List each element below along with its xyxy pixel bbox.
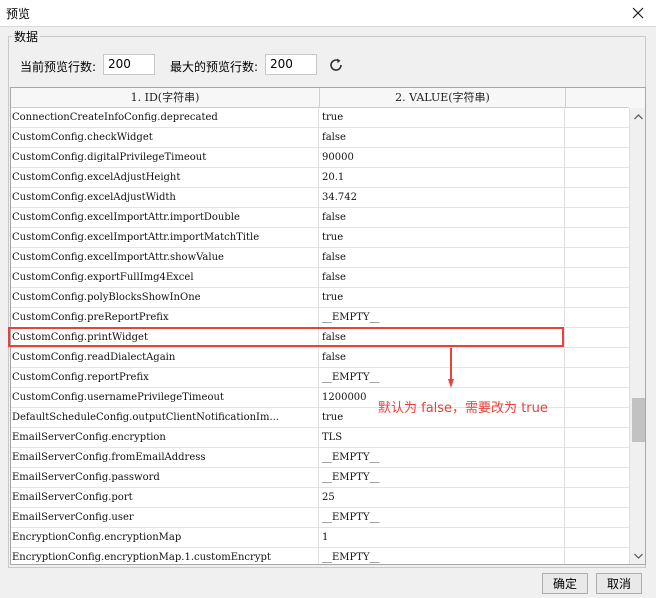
cell-id[interactable]: EmailServerConfig.user — [11, 508, 319, 527]
cell-id[interactable]: CustomConfig.printWidget — [11, 328, 319, 347]
table-body: ConnectionCreateInfoConfig.deprecated tru… — [11, 108, 629, 564]
cell-value[interactable]: false — [321, 248, 565, 267]
cell-id[interactable]: EncryptionConfig.encryptionMap.1.customE… — [11, 548, 319, 564]
current-rows-label: 当前预览行数: — [20, 60, 97, 74]
table-row[interactable]: EncryptionConfig.encryptionMap.1.customE… — [11, 548, 629, 564]
table-row[interactable]: CustomConfig.excelAdjustHeight 20.1 — [11, 168, 629, 188]
cell-id[interactable]: CustomConfig.readDialectAgain — [11, 348, 319, 367]
table-row[interactable]: EmailServerConfig.password __EMPTY__ — [11, 468, 629, 488]
header-corner — [629, 88, 645, 108]
cell-id[interactable]: EmailServerConfig.fromEmailAddress — [11, 448, 319, 467]
cell-id[interactable]: CustomConfig.exportFullImg4Excel — [11, 268, 319, 287]
table-header: 1. ID(字符串) 2. VALUE(字符串) — [11, 88, 629, 108]
table-row[interactable]: EmailServerConfig.encryption TLS — [11, 428, 629, 448]
cell-id[interactable]: CustomConfig.polyBlocksShowInOne — [11, 288, 319, 307]
cell-value[interactable]: true — [321, 288, 565, 307]
cell-id[interactable]: CustomConfig.excelAdjustWidth — [11, 188, 319, 207]
ok-button[interactable]: 确定 — [542, 573, 588, 594]
cell-id[interactable]: CustomConfig.excelImportAttr.importMatch… — [11, 228, 319, 247]
cell-value[interactable]: __EMPTY__ — [321, 508, 565, 527]
cell-id[interactable]: EmailServerConfig.port — [11, 488, 319, 507]
scroll-up-icon[interactable] — [630, 108, 645, 125]
table-row[interactable]: EmailServerConfig.port 25 — [11, 488, 629, 508]
cell-value[interactable]: false — [321, 348, 565, 367]
cell-id[interactable]: CustomConfig.excelAdjustHeight — [11, 168, 319, 187]
cell-value[interactable]: __EMPTY__ — [321, 548, 565, 564]
table-row[interactable]: CustomConfig.preReportPrefix __EMPTY__ — [11, 308, 629, 328]
cell-value[interactable]: true — [321, 108, 565, 127]
cell-value[interactable]: false — [321, 208, 565, 227]
data-group-label: 数据 — [12, 28, 41, 45]
cell-value[interactable]: 1 — [321, 528, 565, 547]
refresh-icon[interactable] — [326, 55, 346, 75]
cell-value[interactable]: __EMPTY__ — [321, 468, 565, 487]
column-header-id[interactable]: 1. ID(字符串) — [11, 88, 320, 107]
window-title: 预览 — [6, 7, 31, 21]
table-row[interactable]: CustomConfig.exportFullImg4Excel false — [11, 268, 629, 288]
cell-value[interactable]: false — [321, 328, 565, 347]
table-row[interactable]: CustomConfig.excelImportAttr.importDoubl… — [11, 208, 629, 228]
table-row[interactable]: CustomConfig.excelImportAttr.importMatch… — [11, 228, 629, 248]
table-row[interactable]: CustomConfig.printWidget false — [11, 328, 629, 348]
data-table: 1. ID(字符串) 2. VALUE(字符串) ConnectionCreat… — [10, 87, 646, 565]
cell-id[interactable]: EmailServerConfig.password — [11, 468, 319, 487]
table-row[interactable]: EncryptionConfig.encryptionMap 1 — [11, 528, 629, 548]
cell-id[interactable]: CustomConfig.excelImportAttr.showValue — [11, 248, 319, 267]
cell-id[interactable]: CustomConfig.digitalPrivilegeTimeout — [11, 148, 319, 167]
table-row[interactable]: CustomConfig.excelAdjustWidth 34.742 — [11, 188, 629, 208]
cell-value[interactable]: 20.1 — [321, 168, 565, 187]
cell-id[interactable]: CustomConfig.excelImportAttr.importDoubl… — [11, 208, 319, 227]
table-row[interactable]: ConnectionCreateInfoConfig.deprecated tru… — [11, 108, 629, 128]
table-row[interactable]: CustomConfig.digitalPrivilegeTimeout 9000… — [11, 148, 629, 168]
cell-value[interactable]: 34.742 — [321, 188, 565, 207]
cell-value[interactable]: false — [321, 128, 565, 147]
cell-value[interactable]: __EMPTY__ — [321, 368, 565, 387]
cell-id[interactable]: CustomConfig.usernamePrivilegeTimeout — [11, 388, 319, 407]
cell-value[interactable]: TLS — [321, 428, 565, 447]
vertical-scrollbar[interactable] — [629, 108, 645, 564]
scroll-down-icon[interactable] — [630, 547, 645, 564]
cell-id[interactable]: CustomConfig.checkWidget — [11, 128, 319, 147]
max-rows-input[interactable]: 200 — [265, 54, 317, 75]
cell-id[interactable]: DefaultScheduleConfig.outputClientNotifi… — [11, 408, 319, 427]
cell-value[interactable]: __EMPTY__ — [321, 308, 565, 327]
cell-value[interactable]: 90000 — [321, 148, 565, 167]
cell-value[interactable]: __EMPTY__ — [321, 448, 565, 467]
cell-id[interactable]: EncryptionConfig.encryptionMap — [11, 528, 319, 547]
table-row[interactable]: CustomConfig.readDialectAgain false — [11, 348, 629, 368]
table-row[interactable]: EmailServerConfig.fromEmailAddress __EMPT… — [11, 448, 629, 468]
scrollbar-thumb[interactable] — [632, 398, 645, 442]
max-rows-label: 最大的预览行数: — [170, 60, 259, 74]
cell-value[interactable]: true — [321, 228, 565, 247]
cell-id[interactable]: CustomConfig.preReportPrefix — [11, 308, 319, 327]
cancel-button[interactable]: 取消 — [596, 573, 642, 594]
table-row[interactable]: CustomConfig.polyBlocksShowInOne true — [11, 288, 629, 308]
table-row[interactable]: CustomConfig.excelImportAttr.showValue fa… — [11, 248, 629, 268]
cell-id[interactable]: CustomConfig.reportPrefix — [11, 368, 319, 387]
cell-id[interactable]: ConnectionCreateInfoConfig.deprecated — [11, 108, 319, 127]
cell-id[interactable]: EmailServerConfig.encryption — [11, 428, 319, 447]
current-rows-input[interactable]: 200 — [103, 54, 155, 75]
close-icon[interactable] — [628, 3, 648, 23]
table-row[interactable]: CustomConfig.checkWidget false — [11, 128, 629, 148]
cell-value[interactable]: false — [321, 268, 565, 287]
title-bar: 预览 — [0, 0, 656, 27]
annotation-note: 默认为 false，需要改为 true — [378, 401, 548, 416]
column-header-value[interactable]: 2. VALUE(字符串) — [320, 88, 566, 107]
table-row[interactable]: CustomConfig.reportPrefix __EMPTY__ — [11, 368, 629, 388]
arrow-down-icon — [448, 348, 454, 388]
cell-value[interactable]: 25 — [321, 488, 565, 507]
table-row[interactable]: EmailServerConfig.user __EMPTY__ — [11, 508, 629, 528]
